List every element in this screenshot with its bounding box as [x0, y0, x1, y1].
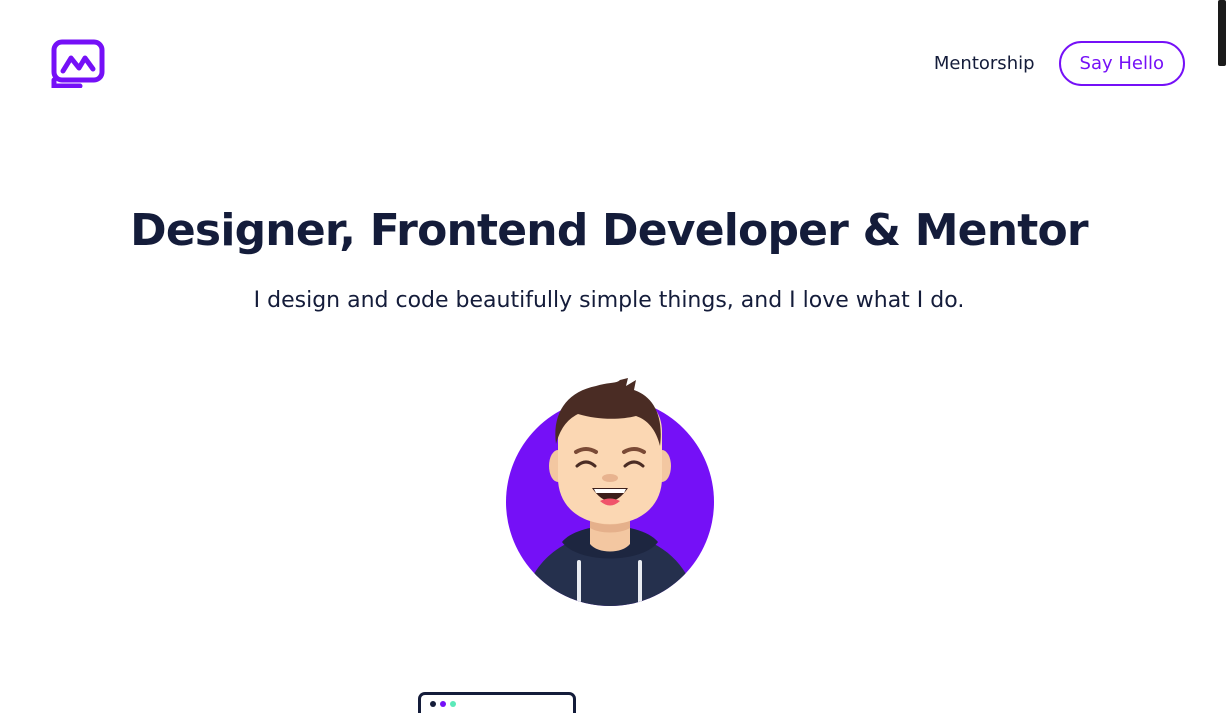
site-header: Mentorship Say Hello [0, 0, 1226, 130]
window-dot-dark [430, 701, 436, 707]
mentorship-link[interactable]: Mentorship [934, 53, 1035, 74]
hero-subtitle: I design and code beautifully simple thi… [253, 288, 965, 313]
avatar-illustration-icon [506, 378, 714, 606]
window-dot-purple [440, 701, 446, 707]
main-nav: Mentorship Say Hello [934, 41, 1185, 86]
scrollbar[interactable] [1218, 0, 1226, 713]
scrollbar-thumb[interactable] [1218, 0, 1226, 66]
browser-window-icon [418, 692, 576, 713]
logo-icon[interactable] [50, 38, 106, 88]
hero-title: Designer, Frontend Developer & Mentor [130, 205, 1088, 256]
say-hello-button[interactable]: Say Hello [1058, 41, 1185, 86]
hero-section: Designer, Frontend Developer & Mentor I … [0, 200, 1218, 316]
window-dot-green [450, 701, 456, 707]
